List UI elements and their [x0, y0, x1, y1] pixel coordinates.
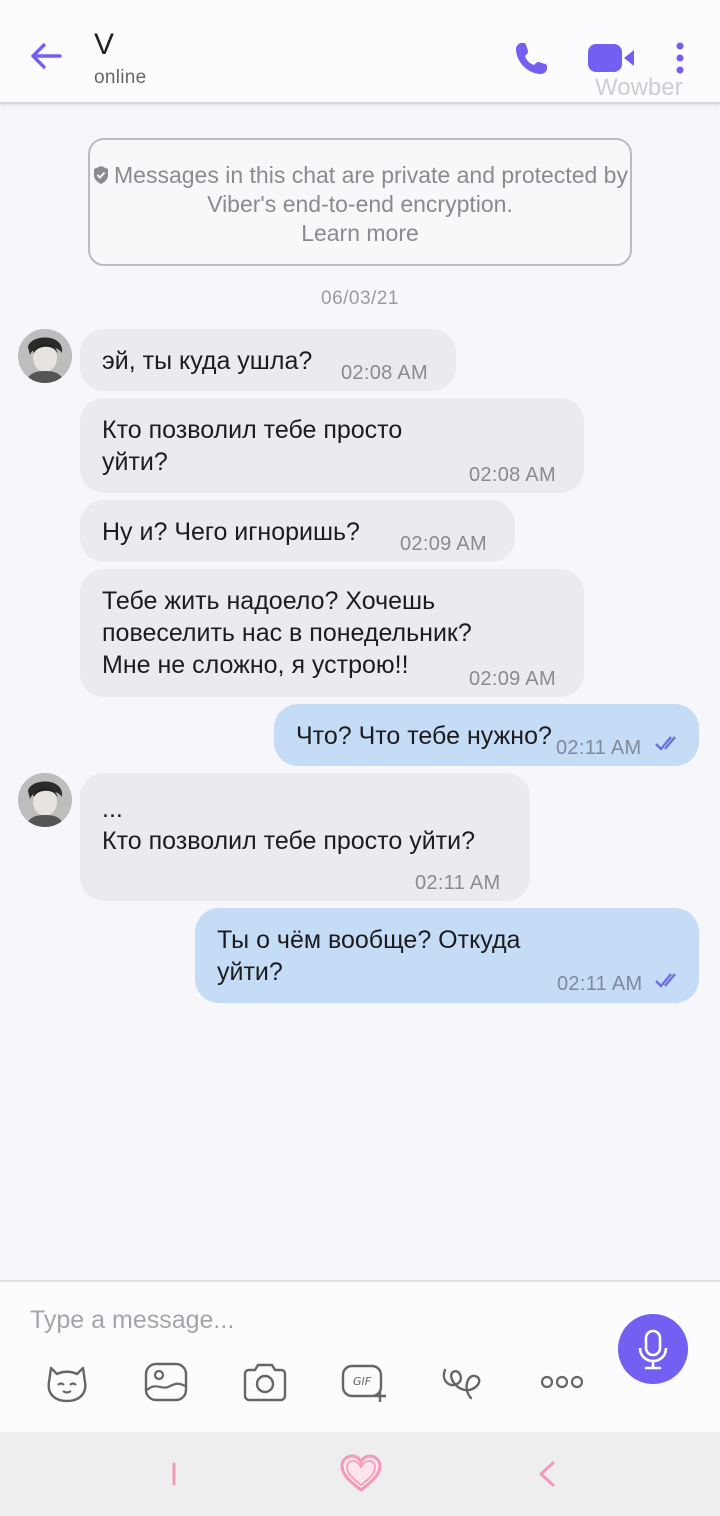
- message-bubble-incoming[interactable]: Кто позволил тебе просто уйти? 02:08 AM: [80, 398, 584, 493]
- message-text: ... Кто позволил тебе просто уйти?: [102, 795, 475, 855]
- encryption-notice-text: Messages in this chat are private and pr…: [114, 162, 628, 217]
- gif-icon[interactable]: GIF: [340, 1360, 388, 1404]
- contact-name[interactable]: V: [94, 28, 114, 62]
- message-composer: GIF: [0, 1280, 720, 1432]
- more-options-icon[interactable]: [538, 1360, 586, 1404]
- phone-icon[interactable]: [512, 38, 552, 78]
- contact-status: online: [94, 67, 147, 88]
- message-bubble-incoming[interactable]: Ну и? Чего игноришь? 02:09 AM: [80, 500, 515, 562]
- contact-avatar[interactable]: [18, 773, 72, 827]
- read-receipt-icon: [655, 736, 676, 751]
- svg-text:GIF: GIF: [353, 1375, 372, 1388]
- message-time: 02:11 AM: [556, 737, 642, 759]
- message-time: 02:08 AM: [341, 362, 428, 384]
- recent-apps-icon[interactable]: [160, 1452, 188, 1496]
- gallery-icon[interactable]: [142, 1360, 190, 1404]
- message-time: 02:11 AM: [557, 973, 643, 995]
- chat-header: V online Wowber: [0, 0, 720, 104]
- message-text: Что? Что тебе нужно?: [296, 722, 552, 750]
- message-input[interactable]: [30, 1300, 590, 1340]
- message-text: эй, ты куда ушла?: [102, 347, 313, 375]
- doodle-icon[interactable]: [439, 1360, 487, 1404]
- sticker-icon[interactable]: [43, 1360, 91, 1404]
- message-bubble-incoming[interactable]: ... Кто позволил тебе просто уйти? 02:11…: [80, 773, 530, 901]
- read-receipt-icon: [655, 973, 676, 988]
- system-navigation-bar: [0, 1432, 720, 1516]
- back-icon[interactable]: [532, 1452, 562, 1496]
- watermark-text: Wowber: [595, 74, 683, 101]
- shield-icon: [94, 166, 109, 184]
- microphone-icon: [638, 1329, 668, 1370]
- message-time: 02:11 AM: [415, 872, 501, 894]
- camera-icon[interactable]: [241, 1360, 289, 1404]
- encryption-notice[interactable]: Messages in this chat are private and pr…: [88, 138, 632, 266]
- message-text: Ты о чём вообще? Откуда уйти?: [217, 926, 521, 986]
- message-bubble-incoming[interactable]: эй, ты куда ушла? 02:08 AM: [80, 329, 456, 391]
- avatar-photo: [18, 329, 72, 383]
- voice-message-button[interactable]: [618, 1314, 688, 1384]
- message-time: 02:09 AM: [400, 533, 487, 555]
- video-call-icon[interactable]: [586, 38, 638, 78]
- learn-more-link[interactable]: Learn more: [90, 219, 630, 248]
- message-text: Кто позволил тебе просто уйти?: [102, 416, 403, 476]
- avatar-photo: [18, 773, 72, 827]
- back-arrow-icon[interactable]: [26, 36, 66, 76]
- message-bubble-outgoing[interactable]: Что? Что тебе нужно? 02:11 AM: [274, 704, 699, 766]
- message-text: Тебе жить надоело? Хочешь повеселить нас…: [102, 587, 472, 679]
- date-separator: 06/03/21: [321, 288, 399, 309]
- more-vertical-icon[interactable]: [668, 38, 692, 78]
- message-time: 02:08 AM: [469, 464, 556, 486]
- message-text: Ну и? Чего игноришь?: [102, 518, 360, 546]
- contact-avatar[interactable]: [18, 329, 72, 383]
- message-bubble-outgoing[interactable]: Ты о чём вообще? Откуда уйти? 02:11 AM: [195, 908, 699, 1003]
- home-heart-icon[interactable]: [338, 1452, 384, 1496]
- message-bubble-incoming[interactable]: Тебе жить надоело? Хочешь повеселить нас…: [80, 569, 584, 697]
- message-time: 02:09 AM: [469, 668, 556, 690]
